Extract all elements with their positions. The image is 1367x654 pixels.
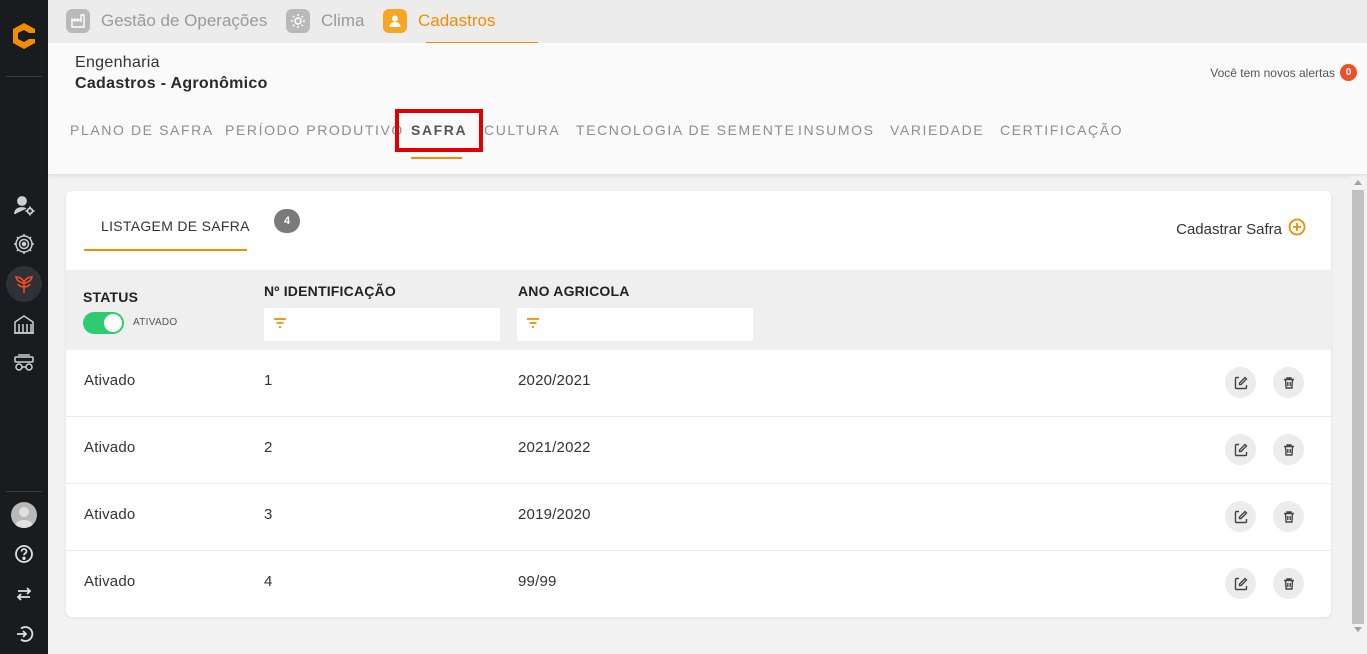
silo-icon[interactable] xyxy=(10,310,38,338)
table-row: Ativado 2 2021/2022 xyxy=(66,417,1331,484)
tractor-icon[interactable] xyxy=(10,349,38,377)
cell-identificacao: 2 xyxy=(264,439,273,456)
gear-target-icon[interactable] xyxy=(10,230,38,258)
nav-label: Cadastros xyxy=(418,11,496,30)
status-toggle[interactable] xyxy=(83,312,124,334)
help-icon[interactable] xyxy=(10,540,38,568)
breadcrumb-section: Engenharia xyxy=(75,54,160,71)
alerts-text: Você tem novos alertas xyxy=(1210,65,1335,80)
sun-icon xyxy=(286,9,310,33)
tab-periodo-produtivo[interactable]: PERÍODO PRODUTIVO xyxy=(225,122,404,138)
edit-button[interactable] xyxy=(1225,434,1256,465)
identificacao-filter-input[interactable] xyxy=(295,317,495,332)
identificacao-filter[interactable] xyxy=(264,308,500,341)
left-rail xyxy=(0,0,48,654)
trash-icon xyxy=(1283,376,1294,389)
table-row: Ativado 3 2019/2020 xyxy=(66,484,1331,551)
page-scrollbar[interactable] xyxy=(1350,176,1367,654)
scroll-up-arrow-icon[interactable] xyxy=(1354,180,1362,185)
page-header: Engenharia Cadastros - Agronômico Você t… xyxy=(48,43,1367,175)
delete-button[interactable] xyxy=(1273,568,1304,599)
avatar[interactable] xyxy=(11,502,37,528)
tab-active-indicator xyxy=(411,157,462,159)
nav-clima[interactable]: Clima xyxy=(286,7,364,35)
alerts-count-badge: 0 xyxy=(1340,64,1357,81)
filter-icon xyxy=(273,316,287,334)
scroll-down-arrow-icon[interactable] xyxy=(1354,627,1362,632)
user-icon xyxy=(383,9,407,33)
tab-plano-de-safra[interactable]: PLANO DE SAFRA xyxy=(70,122,214,138)
delete-button[interactable] xyxy=(1273,367,1304,398)
plus-circle-icon xyxy=(1288,218,1306,240)
nav-label: Clima xyxy=(321,11,365,30)
cell-ano-agricola: 2020/2021 xyxy=(518,372,591,389)
rail-divider xyxy=(6,76,42,77)
swap-icon[interactable] xyxy=(10,580,38,608)
ano-agricola-filter-input[interactable] xyxy=(548,317,748,332)
factory-icon xyxy=(66,9,90,33)
cell-ano-agricola: 2019/2020 xyxy=(518,506,591,523)
filter-icon xyxy=(526,316,540,334)
cadastrar-safra-button[interactable]: Cadastrar Safra xyxy=(1176,218,1306,240)
highlight-annotation-box xyxy=(395,109,483,152)
column-header-status[interactable]: STATUS xyxy=(83,289,138,305)
list-title-underline xyxy=(84,249,247,251)
edit-icon xyxy=(1234,510,1247,523)
nav-cadastros[interactable]: Cadastros xyxy=(383,7,495,35)
cell-status: Ativado xyxy=(84,372,136,389)
cell-ano-agricola: 99/99 xyxy=(518,573,557,590)
column-header-identificacao[interactable]: Nº IDENTIFICAÇÃO xyxy=(264,283,396,299)
column-header-ano-agricola[interactable]: ANO AGRICOLA xyxy=(518,283,630,299)
plant-sprout-icon[interactable] xyxy=(6,266,42,302)
tab-tecnologia-de-semente[interactable]: TECNOLOGIA DE SEMENTE xyxy=(576,122,796,138)
ano-agricola-filter[interactable] xyxy=(517,308,753,341)
edit-button[interactable] xyxy=(1225,568,1256,599)
user-settings-icon[interactable] xyxy=(10,192,38,220)
tab-cultura[interactable]: CULTURA xyxy=(484,122,560,138)
nav-label: Gestão de Operações xyxy=(101,11,268,30)
cell-identificacao: 4 xyxy=(264,573,273,590)
cell-identificacao: 3 xyxy=(264,506,273,523)
trash-icon xyxy=(1283,443,1294,456)
nav-gestao-operacoes[interactable]: Gestão de Operações xyxy=(66,7,267,35)
count-badge: 4 xyxy=(274,209,300,233)
edit-icon xyxy=(1234,443,1247,456)
list-title[interactable]: LISTAGEM DE SAFRA xyxy=(101,218,250,234)
table-row: Ativado 1 2020/2021 xyxy=(66,350,1331,417)
table-row: Ativado 4 99/99 xyxy=(66,551,1331,618)
add-button-label: Cadastrar Safra xyxy=(1176,220,1282,238)
cell-ano-agricola: 2021/2022 xyxy=(518,439,591,456)
cell-identificacao: 1 xyxy=(264,372,273,389)
status-toggle-label: ATIVADO xyxy=(133,317,178,328)
scrollbar-thumb[interactable] xyxy=(1352,190,1364,624)
trash-icon xyxy=(1283,577,1294,590)
edit-button[interactable] xyxy=(1225,501,1256,532)
tab-insumos[interactable]: INSUMOS xyxy=(798,122,875,138)
edit-icon xyxy=(1234,577,1247,590)
safra-list-card: LISTAGEM DE SAFRA 4 Cadastrar Safra STAT… xyxy=(66,191,1331,617)
page-title: Cadastros - Agronômico xyxy=(75,75,268,92)
alerts-notice[interactable]: Você tem novos alertas 0 xyxy=(1210,64,1357,81)
table-header: STATUS ATIVADO Nº IDENTIFICAÇÃO ANO AGRI… xyxy=(66,270,1331,350)
edit-icon xyxy=(1234,376,1247,389)
cell-status: Ativado xyxy=(84,573,136,590)
delete-button[interactable] xyxy=(1273,501,1304,532)
rail-divider xyxy=(6,491,42,492)
delete-button[interactable] xyxy=(1273,434,1304,465)
brand-logo-icon[interactable] xyxy=(8,20,40,52)
logout-icon[interactable] xyxy=(10,620,38,648)
cell-status: Ativado xyxy=(84,506,136,523)
tab-variedade[interactable]: VARIEDADE xyxy=(890,122,984,138)
top-nav: Gestão de Operações Clima Cadastros xyxy=(48,0,1367,43)
tab-certificacao[interactable]: CERTIFICAÇÃO xyxy=(1000,122,1123,138)
trash-icon xyxy=(1283,510,1294,523)
edit-button[interactable] xyxy=(1225,367,1256,398)
tab-bar: PLANO DE SAFRA PERÍODO PRODUTIVO SAFRA C… xyxy=(48,119,1367,159)
cell-status: Ativado xyxy=(84,439,136,456)
